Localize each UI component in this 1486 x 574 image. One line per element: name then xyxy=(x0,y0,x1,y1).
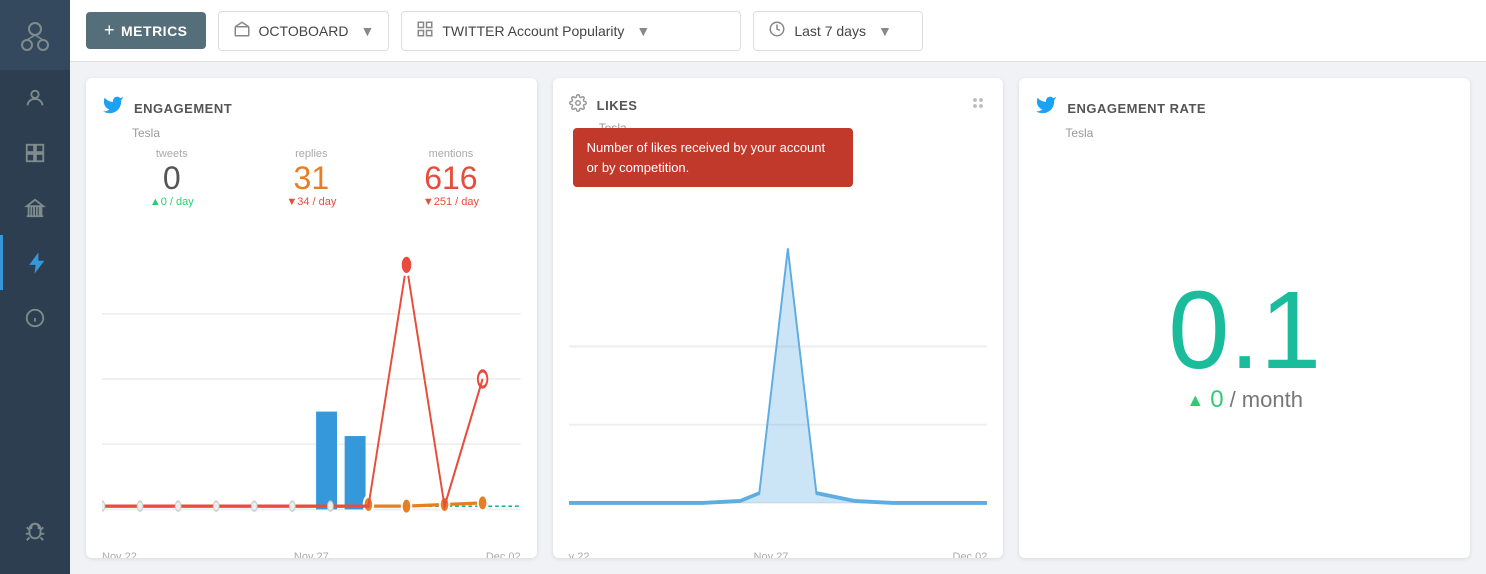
replies-label: replies xyxy=(242,148,382,160)
engagement-chart-labels: Nov 22 Nov 27 Dec 02 xyxy=(102,547,521,558)
likes-title: LIKES xyxy=(597,98,638,113)
sidebar xyxy=(0,0,70,574)
likes-card-header: LIKES xyxy=(569,94,988,117)
likes-chart: v 22 Nov 27 Dec 02 xyxy=(569,151,988,542)
engagement-rate-header: ENGAGEMENT RATE xyxy=(1035,94,1454,122)
metrics-label: METRICS xyxy=(121,23,188,39)
engagement-rate-value: 0.1 xyxy=(1168,276,1321,386)
sidebar-item-info[interactable] xyxy=(0,290,70,345)
engagement-rate-zero: 0 xyxy=(1210,386,1223,414)
engagement-subtitle: Tesla xyxy=(132,126,521,140)
mentions-label: mentions xyxy=(381,148,521,160)
twitter-arrow-icon: ▼ xyxy=(636,23,650,39)
likes-date-start: v 22 xyxy=(569,551,590,558)
engagement-chart: Nov 22 Nov 27 Dec 02 xyxy=(102,216,521,542)
engagement-rate-metric: 0.1 ▲ 0 / month xyxy=(1035,148,1454,542)
likes-chart-labels: v 22 Nov 27 Dec 02 xyxy=(569,547,988,558)
twitter-dropdown[interactable]: TWITTER Account Popularity ▼ xyxy=(401,11,741,51)
engagement-date-start: Nov 22 xyxy=(102,551,137,558)
replies-stat: replies 31 ▼34 / day xyxy=(242,148,382,208)
clock-icon xyxy=(768,20,786,41)
time-label: Last 7 days xyxy=(794,23,866,39)
likes-gear-icon[interactable] xyxy=(569,94,587,117)
plus-icon: + xyxy=(104,20,115,41)
engagement-title: ENGAGEMENT xyxy=(134,101,232,116)
tweets-change: ▲0 / day xyxy=(102,196,242,208)
likes-card: LIKES Tesla Number of likes received by … xyxy=(553,78,1004,558)
arrow-up-icon: ▲ xyxy=(1186,390,1204,411)
move-icon[interactable] xyxy=(969,94,987,117)
engagement-rate-title: ENGAGEMENT RATE xyxy=(1067,101,1206,116)
sidebar-item-dashboard[interactable] xyxy=(0,125,70,180)
mentions-value: 616 xyxy=(381,162,521,194)
sidebar-item-bug[interactable] xyxy=(0,503,70,558)
tweets-value: 0 xyxy=(102,162,242,194)
content-area: ENGAGEMENT Tesla tweets 0 ▲0 / day repli… xyxy=(70,62,1486,574)
time-arrow-icon: ▼ xyxy=(878,23,892,39)
mentions-stat: mentions 616 ▼251 / day xyxy=(381,148,521,208)
engagement-twitter-icon xyxy=(102,94,124,122)
engagement-date-end: Dec 02 xyxy=(486,551,521,558)
engagement-rate-per-month: / month xyxy=(1230,387,1303,413)
likes-tooltip: Number of likes received by your account… xyxy=(573,128,853,187)
add-metrics-button[interactable]: + METRICS xyxy=(86,12,206,49)
engagement-card: ENGAGEMENT Tesla tweets 0 ▲0 / day repli… xyxy=(86,78,537,558)
octoboard-icon xyxy=(233,20,251,41)
toolbar: + METRICS OCTOBOARD ▼ TWITTER Account Po… xyxy=(70,0,1486,62)
engagement-rate-sub: ▲ 0 / month xyxy=(1186,386,1303,414)
octoboard-arrow-icon: ▼ xyxy=(361,23,375,39)
likes-tooltip-text: Number of likes received by your account… xyxy=(587,140,825,175)
replies-value: 31 xyxy=(242,162,382,194)
engagement-date-mid: Nov 27 xyxy=(294,551,329,558)
engagement-card-header: ENGAGEMENT xyxy=(102,94,521,122)
sidebar-item-user[interactable] xyxy=(0,70,70,125)
octoboard-label: OCTOBOARD xyxy=(259,23,349,39)
sidebar-item-bank[interactable] xyxy=(0,180,70,235)
sidebar-logo xyxy=(0,0,70,70)
likes-date-mid: Nov 27 xyxy=(754,551,789,558)
main-content: + METRICS OCTOBOARD ▼ TWITTER Account Po… xyxy=(70,0,1486,574)
tweets-label: tweets xyxy=(102,148,242,160)
likes-date-end: Dec 02 xyxy=(952,551,987,558)
engagement-stats: tweets 0 ▲0 / day replies 31 ▼34 / day m… xyxy=(102,148,521,208)
time-dropdown[interactable]: Last 7 days ▼ xyxy=(753,11,923,51)
tweets-stat: tweets 0 ▲0 / day xyxy=(102,148,242,208)
sidebar-item-lightning[interactable] xyxy=(0,235,70,290)
replies-change: ▼34 / day xyxy=(242,196,382,208)
engagement-rate-card: ENGAGEMENT RATE Tesla 0.1 ▲ 0 / month xyxy=(1019,78,1470,558)
twitter-grid-icon xyxy=(416,20,434,41)
twitter-label: TWITTER Account Popularity xyxy=(442,23,624,39)
engagement-rate-twitter-icon xyxy=(1035,94,1057,122)
mentions-change: ▼251 / day xyxy=(381,196,521,208)
engagement-rate-subtitle: Tesla xyxy=(1065,126,1454,140)
octoboard-dropdown[interactable]: OCTOBOARD ▼ xyxy=(218,11,390,51)
